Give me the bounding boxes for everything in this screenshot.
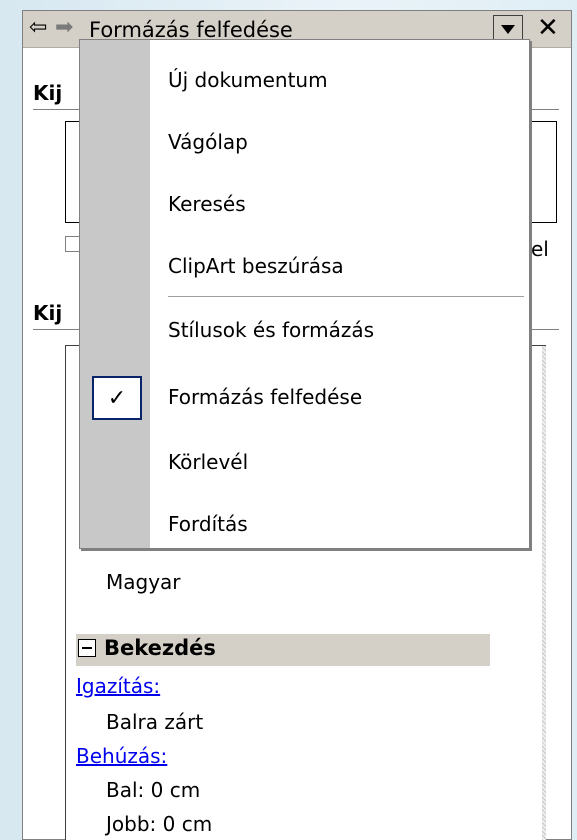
task-pane-menu: Új dokumentum Vágólap Keresés ClipArt be… bbox=[79, 39, 530, 549]
vertical-scrollbar[interactable] bbox=[542, 346, 546, 840]
menu-separator bbox=[168, 296, 524, 297]
menu-item-label: Vágólap bbox=[168, 130, 248, 154]
menu-item-label: Fordítás bbox=[168, 512, 248, 536]
menu-item-label: ClipArt beszúrása bbox=[168, 254, 344, 278]
menu-item-reveal-formatting[interactable]: Formázás felfedése bbox=[80, 367, 529, 429]
menu-item-insert-clipart[interactable]: ClipArt beszúrása bbox=[80, 236, 529, 298]
menu-item-styles-and-formatting[interactable]: Stílusok és formázás bbox=[80, 300, 529, 362]
section-heading-formatting: Kij bbox=[33, 301, 63, 325]
indent-left-value: Bal: 0 cm bbox=[106, 778, 201, 802]
menu-item-clipboard[interactable]: Vágólap bbox=[80, 112, 529, 174]
chevron-down-icon bbox=[501, 24, 515, 34]
section-heading-selected-text: Kij bbox=[33, 81, 63, 105]
indent-right-value: Jobb: 0 cm bbox=[106, 812, 213, 836]
compare-checkbox-label-fragment: el bbox=[531, 237, 549, 261]
menu-item-new-document[interactable]: Új dokumentum bbox=[80, 50, 529, 112]
menu-item-label: Körlevél bbox=[168, 450, 249, 474]
alignment-value: Balra zárt bbox=[106, 710, 204, 734]
menu-item-mail-merge[interactable]: Körlevél bbox=[80, 432, 529, 494]
collapse-icon[interactable] bbox=[78, 639, 96, 657]
menu-item-translate[interactable]: Fordítás bbox=[80, 494, 529, 556]
indent-link[interactable]: Behúzás: bbox=[76, 744, 167, 768]
menu-item-label: Keresés bbox=[168, 192, 246, 216]
forward-arrow-icon[interactable]: ➡ bbox=[55, 17, 73, 39]
close-icon[interactable]: ✕ bbox=[537, 13, 559, 43]
alignment-link[interactable]: Igazítás: bbox=[76, 674, 160, 698]
language-value: Magyar bbox=[106, 570, 181, 594]
paragraph-section-label: Bekezdés bbox=[104, 636, 216, 660]
menu-item-label: Új dokumentum bbox=[168, 68, 328, 92]
menu-item-search[interactable]: Keresés bbox=[80, 174, 529, 236]
menu-item-label: Formázás felfedése bbox=[168, 385, 363, 409]
back-arrow-icon[interactable]: ⇦ bbox=[29, 17, 47, 39]
paragraph-section-header[interactable]: Bekezdés bbox=[76, 634, 490, 666]
menu-item-label: Stílusok és formázás bbox=[168, 318, 375, 342]
